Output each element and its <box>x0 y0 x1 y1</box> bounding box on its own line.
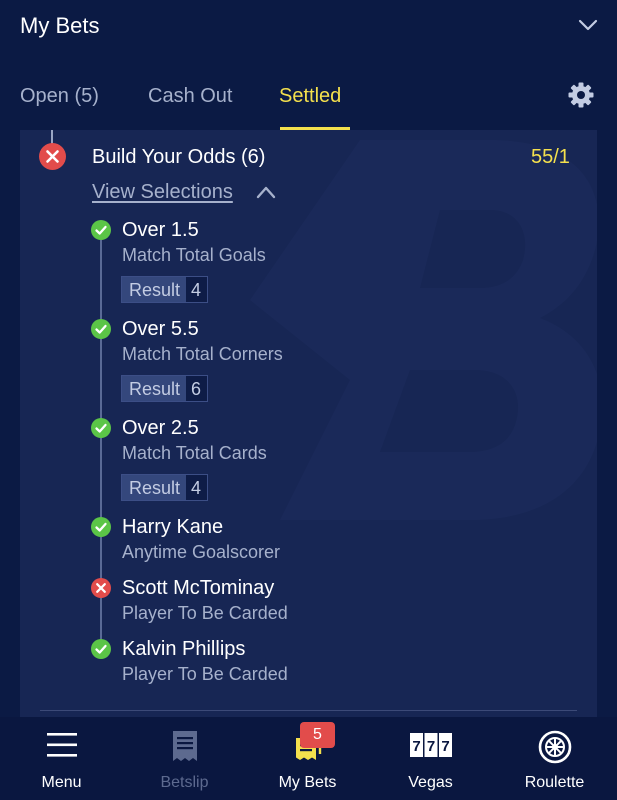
gear-icon[interactable] <box>567 81 595 109</box>
selection-name: Kalvin Phillips <box>122 638 246 660</box>
result-label: Result <box>122 475 187 500</box>
my-bets-count-badge: 5 <box>300 722 335 748</box>
selection-market: Player To Be Carded <box>122 664 288 684</box>
result-value: 6 <box>186 376 208 401</box>
bet-title: Build Your Odds (6) <box>92 146 266 168</box>
won-check-icon <box>91 418 111 438</box>
tab-open[interactable]: Open (5) <box>20 85 99 108</box>
bet-odds: 55/1 <box>531 146 570 168</box>
header: My Bets <box>0 0 617 56</box>
nav-label: Menu <box>41 774 82 791</box>
won-check-icon <box>91 220 111 240</box>
svg-text:7: 7 <box>426 738 434 755</box>
tab-cash-out[interactable]: Cash Out <box>148 85 232 108</box>
tab-settled[interactable]: Settled <box>279 85 341 108</box>
selection-name: Over 1.5 <box>122 219 199 241</box>
roulette-icon <box>538 730 571 764</box>
result-value: 4 <box>186 475 208 500</box>
lost-status-icon <box>39 143 66 170</box>
bet-tabs: Open (5) Cash Out Settled <box>0 70 617 130</box>
selection-market: Match Total Cards <box>122 443 267 463</box>
nav-label: Vegas <box>408 774 453 791</box>
nav-label: Betslip <box>160 774 209 791</box>
selection-market: Match Total Goals <box>122 245 266 265</box>
selection-name: Over 2.5 <box>122 417 199 439</box>
betslip-icon <box>172 731 197 761</box>
svg-text:7: 7 <box>441 738 449 755</box>
nav-menu[interactable]: Menu <box>0 717 123 800</box>
card-divider <box>40 710 577 711</box>
selection-name: Over 5.5 <box>122 318 199 340</box>
nav-vegas[interactable]: 7 7 7 Vegas <box>369 717 492 800</box>
view-selections-link[interactable]: View Selections <box>92 181 233 204</box>
nav-roulette[interactable]: Roulette <box>492 717 617 800</box>
selection-name: Scott McTominay <box>122 577 275 599</box>
chevron-down-icon[interactable] <box>577 14 599 36</box>
nav-betslip[interactable]: Betslip <box>123 717 246 800</box>
result-label: Result <box>122 376 187 401</box>
selection-market: Match Total Corners <box>122 344 283 364</box>
selection-market: Player To Be Carded <box>122 603 288 623</box>
won-check-icon <box>91 319 111 339</box>
won-check-icon <box>91 517 111 537</box>
nav-label: My Bets <box>278 774 337 791</box>
page-title: My Bets <box>20 13 100 38</box>
nav-label: Roulette <box>524 774 585 791</box>
result-box: Result 4 <box>121 276 209 303</box>
svg-text:7: 7 <box>412 738 420 755</box>
selection-market: Anytime Goalscorer <box>122 542 281 562</box>
selection-name: Harry Kane <box>122 516 224 538</box>
vegas-777-icon: 7 7 7 <box>409 733 452 757</box>
lost-cross-icon <box>91 578 111 598</box>
result-label: Result <box>122 277 187 302</box>
won-check-icon <box>91 639 111 659</box>
chevron-up-icon[interactable] <box>255 183 277 201</box>
bet-connector <box>51 130 53 144</box>
result-box: Result 6 <box>121 375 209 402</box>
result-box: Result 4 <box>121 474 209 501</box>
menu-icon <box>46 733 77 757</box>
result-value: 4 <box>186 277 208 302</box>
